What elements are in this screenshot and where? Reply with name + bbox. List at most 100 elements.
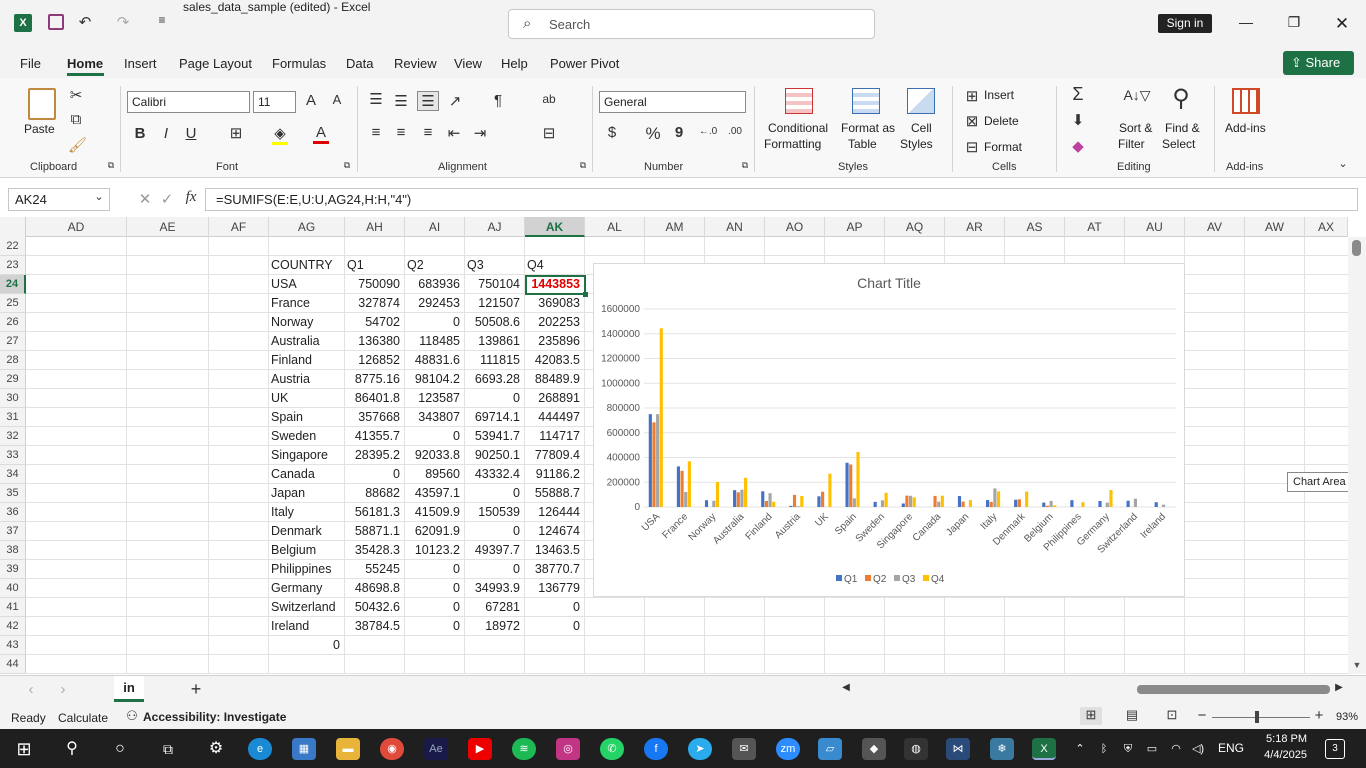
fill-icon[interactable]: ⬇ xyxy=(1069,111,1087,129)
table-cell[interactable]: 50432.6 xyxy=(347,598,403,617)
table-cell[interactable]: France xyxy=(271,294,343,313)
close-icon[interactable]: ✕ xyxy=(1332,14,1352,34)
table-cell[interactable]: 54702 xyxy=(347,313,403,332)
zoom-slider-thumb[interactable] xyxy=(1255,711,1259,723)
table-cell[interactable]: 58871.1 xyxy=(347,522,403,541)
store-icon[interactable]: ▦ xyxy=(292,738,316,760)
decrease-font-icon[interactable]: A xyxy=(328,92,346,107)
tab-formulas[interactable]: Formulas xyxy=(272,56,326,71)
table-cell[interactable]: 0 xyxy=(407,313,463,332)
table-cell[interactable]: 62091.9 xyxy=(407,522,463,541)
table-cell[interactable]: Spain xyxy=(271,408,343,427)
cancel-entry-icon[interactable]: ✕ xyxy=(138,190,152,208)
underline-icon[interactable]: U xyxy=(183,125,199,142)
align-left-icon[interactable]: ≡ xyxy=(368,124,384,141)
table-cell[interactable]: 48831.6 xyxy=(407,351,463,370)
align-right-icon[interactable]: ≡ xyxy=(420,124,436,141)
telegram-icon[interactable]: ➤ xyxy=(688,738,712,760)
clear-icon[interactable]: ◆ xyxy=(1069,137,1087,155)
edge-icon[interactable]: e xyxy=(248,738,272,760)
column-header[interactable]: AL xyxy=(585,217,645,237)
table-cell[interactable]: 268891 xyxy=(527,389,583,408)
table-cell[interactable]: 38770.7 xyxy=(527,560,583,579)
row-header[interactable]: 34 xyxy=(0,465,26,484)
table-cell[interactable]: 343807 xyxy=(407,408,463,427)
tab-file[interactable]: File xyxy=(20,56,41,71)
add-sheet-icon[interactable]: + xyxy=(188,679,204,700)
clock-date[interactable]: 4/4/2025 xyxy=(1255,749,1307,761)
table-cell[interactable]: 49397.7 xyxy=(467,541,523,560)
column-header[interactable]: AP xyxy=(825,217,885,237)
tray-chevron-icon[interactable]: ⌃ xyxy=(1072,738,1088,760)
number-format-combo[interactable]: General xyxy=(599,91,746,113)
table-cell[interactable]: 48698.8 xyxy=(347,579,403,598)
table-cell[interactable]: 42083.5 xyxy=(527,351,583,370)
table-cell[interactable]: 91186.2 xyxy=(527,465,583,484)
tab-review[interactable]: Review xyxy=(394,56,437,71)
table-cell[interactable]: 0 xyxy=(407,560,463,579)
middle-align-icon[interactable]: ☰ xyxy=(393,92,409,110)
fill-handle[interactable] xyxy=(583,292,588,297)
row-header[interactable]: 26 xyxy=(0,313,26,332)
bottom-align-icon[interactable]: ☰ xyxy=(417,91,439,111)
autosum-icon[interactable]: Σ xyxy=(1069,84,1087,105)
add-ins-button[interactable]: Add-ins xyxy=(1225,121,1266,135)
bluetooth-icon[interactable]: ᛒ xyxy=(1096,738,1112,760)
table-cell[interactable]: 121507 xyxy=(467,294,523,313)
table-cell[interactable]: Belgium xyxy=(271,541,343,560)
italic-icon[interactable]: I xyxy=(158,125,174,142)
instagram-icon[interactable]: ◎ xyxy=(556,738,580,760)
tab-data[interactable]: Data xyxy=(346,56,373,71)
number-launcher-icon[interactable]: ⧉ xyxy=(740,160,750,171)
row-header[interactable]: 44 xyxy=(0,655,26,674)
table-cell[interactable]: Italy xyxy=(271,503,343,522)
column-header[interactable]: AV xyxy=(1185,217,1245,237)
windows-start-icon[interactable]: ⊞ xyxy=(12,738,36,760)
table-cell[interactable]: Japan xyxy=(271,484,343,503)
increase-font-icon[interactable]: A xyxy=(302,92,320,109)
table-cell[interactable]: Singapore xyxy=(271,446,343,465)
paragraph-icon[interactable]: ¶ xyxy=(490,92,506,109)
column-header[interactable]: AW xyxy=(1245,217,1305,237)
column-header[interactable]: AR xyxy=(945,217,1005,237)
delete-cells-icon[interactable]: ⊠ xyxy=(963,112,981,130)
format-cells-button[interactable]: Format xyxy=(984,140,1022,154)
row-header[interactable]: 38 xyxy=(0,541,26,560)
insert-cells-button[interactable]: Insert xyxy=(984,88,1014,102)
table-cell[interactable]: 139861 xyxy=(467,332,523,351)
tab-power-pivot[interactable]: Power Pivot xyxy=(550,56,619,71)
task-view-icon[interactable]: ⧉ xyxy=(156,738,180,760)
zoom-slider-track[interactable] xyxy=(1212,717,1310,718)
table-cell[interactable]: 34993.9 xyxy=(467,579,523,598)
column-header[interactable]: AE xyxy=(127,217,209,237)
undo-icon[interactable]: ↶ xyxy=(76,13,94,31)
column-header[interactable]: AJ xyxy=(465,217,525,237)
table-cell[interactable]: 126852 xyxy=(347,351,403,370)
delete-cells-button[interactable]: Delete xyxy=(984,114,1019,128)
column-header[interactable]: AG xyxy=(269,217,345,237)
fill-color-icon[interactable]: ◈ xyxy=(272,124,288,145)
youtube-icon[interactable]: ▶ xyxy=(468,738,492,760)
table-cell[interactable]: 0 xyxy=(407,579,463,598)
table-cell[interactable]: 86401.8 xyxy=(347,389,403,408)
zoom-app-icon[interactable]: zm xyxy=(776,738,800,760)
table-cell[interactable]: 98104.2 xyxy=(407,370,463,389)
conditional-formatting-icon[interactable] xyxy=(785,88,813,114)
clipboard-launcher-icon[interactable]: ⧉ xyxy=(106,160,116,171)
table-cell[interactable]: Q3 xyxy=(467,256,523,275)
save-icon[interactable] xyxy=(48,14,64,30)
search-box[interactable]: ⌕ Search xyxy=(508,9,875,39)
paste-icon[interactable] xyxy=(28,88,56,120)
defender-icon[interactable]: ⛨ xyxy=(1120,738,1136,760)
format-as-table-icon[interactable] xyxy=(852,88,880,114)
table-cell[interactable]: 0 xyxy=(271,636,343,655)
table-cell[interactable]: 28395.2 xyxy=(347,446,403,465)
row-header[interactable]: 32 xyxy=(0,427,26,446)
table-cell[interactable]: UK xyxy=(271,389,343,408)
maximize-icon[interactable]: ❐ xyxy=(1284,14,1304,34)
table-cell[interactable]: 56181.3 xyxy=(347,503,403,522)
align-center-icon[interactable]: ≡ xyxy=(393,124,409,141)
table-cell[interactable]: Denmark xyxy=(271,522,343,541)
format-as-table-label-2[interactable]: Table xyxy=(848,137,877,151)
table-cell[interactable]: 0 xyxy=(527,617,583,636)
